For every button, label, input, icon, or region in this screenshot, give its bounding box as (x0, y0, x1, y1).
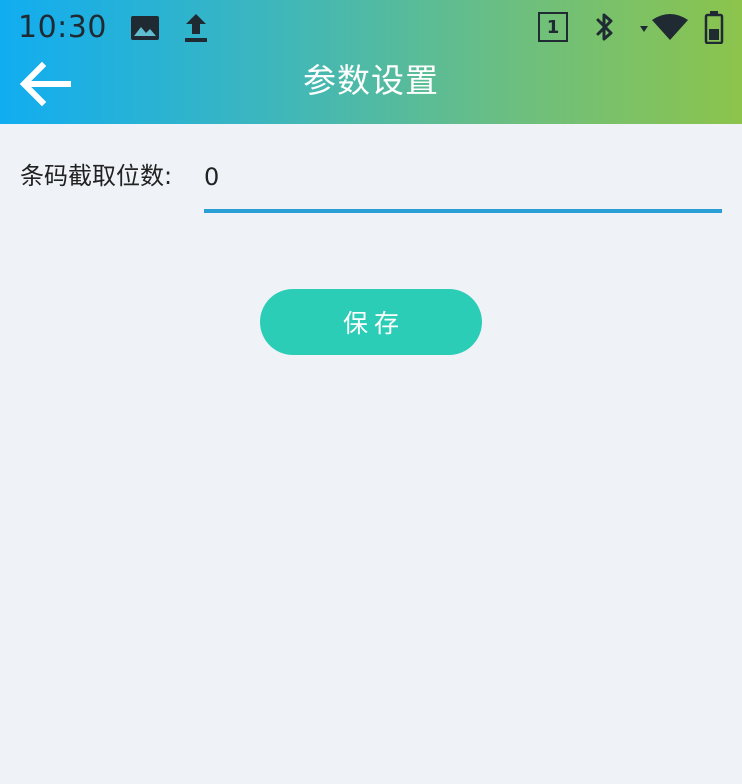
status-time: 10:30 (18, 10, 107, 45)
save-button[interactable]: 保存 (260, 289, 482, 355)
toolbar: 参数设置 (0, 56, 742, 124)
page-title: 参数设置 (303, 61, 439, 100)
app-header: 10:30 1 参数设置 (0, 0, 742, 124)
barcode-digits-label: 条码截取位数: (20, 162, 173, 190)
save-button-label: 保存 (342, 309, 405, 338)
sim-card-icon: 1 (538, 12, 568, 42)
battery-icon (704, 11, 724, 44)
barcode-digits-underline (204, 209, 722, 213)
upload-icon (185, 14, 207, 42)
status-bar: 10:30 1 (0, 0, 742, 56)
image-icon (131, 16, 159, 40)
sim-card-number: 1 (546, 16, 560, 38)
wifi-icon (640, 14, 688, 40)
bluetooth-icon (596, 13, 613, 41)
barcode-digits-input[interactable] (204, 154, 722, 200)
